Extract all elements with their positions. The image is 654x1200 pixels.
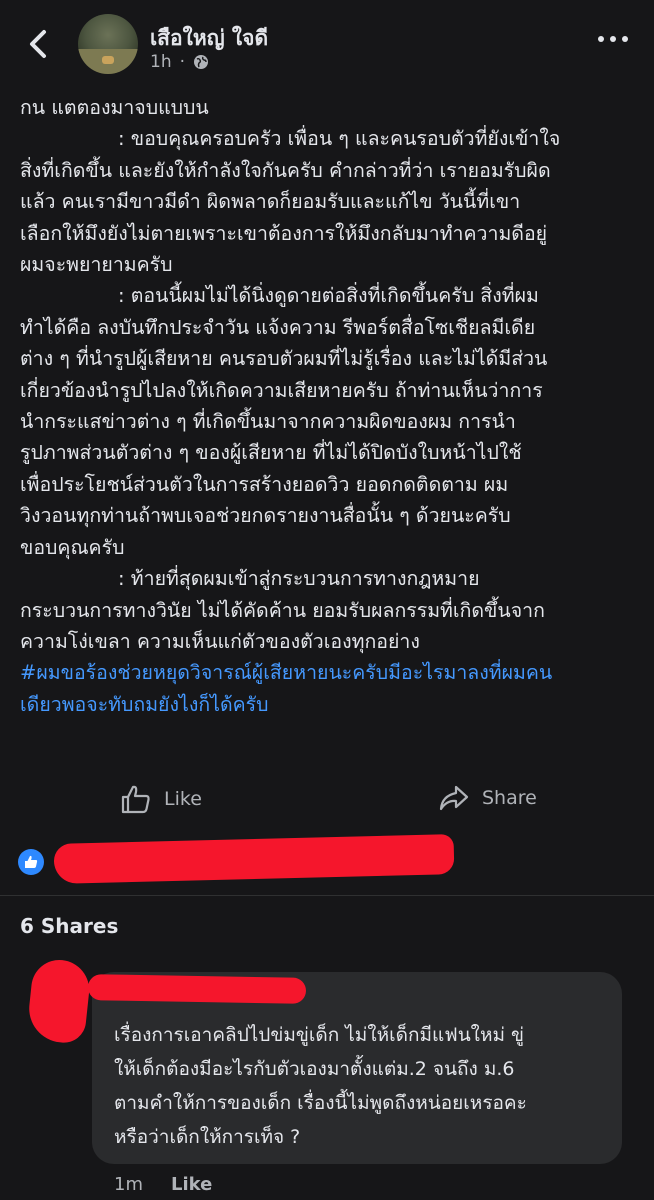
- divider: [0, 895, 654, 896]
- author-avatar[interactable]: [78, 14, 138, 74]
- redaction-mark: [25, 957, 93, 1045]
- post-actions: Like Share: [0, 776, 654, 824]
- post-meta: 1h ·: [150, 52, 209, 72]
- post-line: นำกระแสข่าวต่าง ๆ ที่เกิดขึ้นมาจากความผิ…: [20, 410, 516, 434]
- share-label: Share: [482, 787, 537, 809]
- post-line: ผมจะพยายามครับ: [20, 253, 173, 277]
- post-line: ความโง่เขลา ความเห็นแก่ตัวของตัวเองทุกอย…: [20, 629, 420, 653]
- comment-line: เรื่องการเอาคลิปไปข่มขู่เด็ก ไม่ให้เด็กม…: [114, 1024, 525, 1046]
- post-line: แล้ว คนเรามีขาวมีดำ ผิดพลาดก็ยอมรับและแก…: [20, 190, 521, 214]
- shares-count[interactable]: 6 Shares: [20, 914, 118, 938]
- dot-separator: ·: [179, 52, 185, 72]
- post-line: : ตอนนี้ผมไม่ได้นิ่งดูดายต่อสิ่งที่เกิดข…: [118, 284, 539, 308]
- share-arrow-icon: [439, 785, 469, 811]
- chevron-left-icon[interactable]: [24, 26, 54, 62]
- post-line: ทำได้คือ ลงบันทึกประจำวัน แจ้งความ รีพอร…: [20, 315, 536, 339]
- redaction-mark: [87, 974, 307, 1004]
- like-button[interactable]: Like: [120, 784, 202, 814]
- comment-text: เรื่องการเอาคลิปไปข่มขู่เด็ก ไม่ให้เด็กม…: [114, 1018, 527, 1154]
- globe-icon: [194, 55, 208, 69]
- post-line: สิ่งที่เกิดขึ้น และยังให้กำลังใจกันครับ …: [20, 158, 551, 182]
- post-header: เสือใหญ่ ใจดี 1h ·: [0, 0, 654, 88]
- post-text: กน แตตองมาจบแบบน : ขอบคุณครอบครัว เพื่อน…: [20, 92, 640, 720]
- like-label: Like: [164, 788, 202, 810]
- like-reaction-icon: [18, 849, 44, 875]
- post-line: ขอบคุณครับ: [20, 535, 125, 559]
- thumbs-up-icon: [121, 785, 150, 814]
- share-button[interactable]: Share: [438, 784, 537, 812]
- hashtag-link[interactable]: เดียวพอจะทับถมยังไงก็ได้ครับ: [20, 689, 640, 720]
- post-line: กระบวนการทางวินัย ไม่ได้คัดค้าน ยอมรับผล…: [20, 598, 545, 622]
- comment-line: หรือว่าเด็กให้การเท็จ ?: [114, 1126, 301, 1148]
- hashtag-link[interactable]: #ผมขอร้องช่วยหยุดวิจารณ์ผู้เสียหายนะครับ…: [20, 657, 640, 688]
- redaction-mark: [53, 834, 455, 884]
- post-line: : ขอบคุณครอบครัว เพื่อน ๆ และคนรอบตัวที่…: [118, 127, 561, 151]
- post-time[interactable]: 1h: [150, 52, 172, 72]
- author-name[interactable]: เสือใหญ่ ใจดี: [150, 22, 268, 55]
- post-line: กน แตตองมาจบแบบน: [20, 96, 209, 119]
- more-dots-icon[interactable]: [598, 36, 628, 42]
- post-line: วิงวอนทุกท่านถ้าพบเจอช่วยกดรายงานสื่อนั้…: [20, 504, 511, 528]
- post-line: : ท้ายที่สุดผมเข้าสู่กระบวนการทางกฎหมาย: [118, 567, 480, 591]
- post-line: เพื่อประโยชน์ส่วนตัวในการสร้างยอดวิว ยอด…: [20, 472, 509, 496]
- reactions-row[interactable]: [18, 834, 654, 884]
- post-line: เลือกให้มึงยังไม่ตายเพราะเขาต้องการให้มึ…: [20, 221, 548, 245]
- post-line: เกี่ยวข้องนำรูปไปลงให้เกิดความเสียหายครั…: [20, 378, 543, 402]
- post-line: รูปภาพส่วนตัวต่าง ๆ ของผู้เสียหาย ที่ไม่…: [20, 441, 522, 465]
- comment-footer: 1m Like: [114, 1174, 212, 1195]
- post-line: ต่าง ๆ ที่นำรูปผู้เสียหาย คนรอบตัวผมที่ไ…: [20, 347, 548, 371]
- comment-line: ให้เด็กต้องมีอะไรกับตัวเองมาตั้งแต่ม.2 จ…: [114, 1058, 515, 1080]
- comment-time: 1m: [114, 1174, 143, 1195]
- comment-like-button[interactable]: Like: [171, 1174, 212, 1195]
- comment-line: ตามคำให้การของเด็ก เรื่องนี้ไม่พูดถึงหน่…: [114, 1092, 527, 1114]
